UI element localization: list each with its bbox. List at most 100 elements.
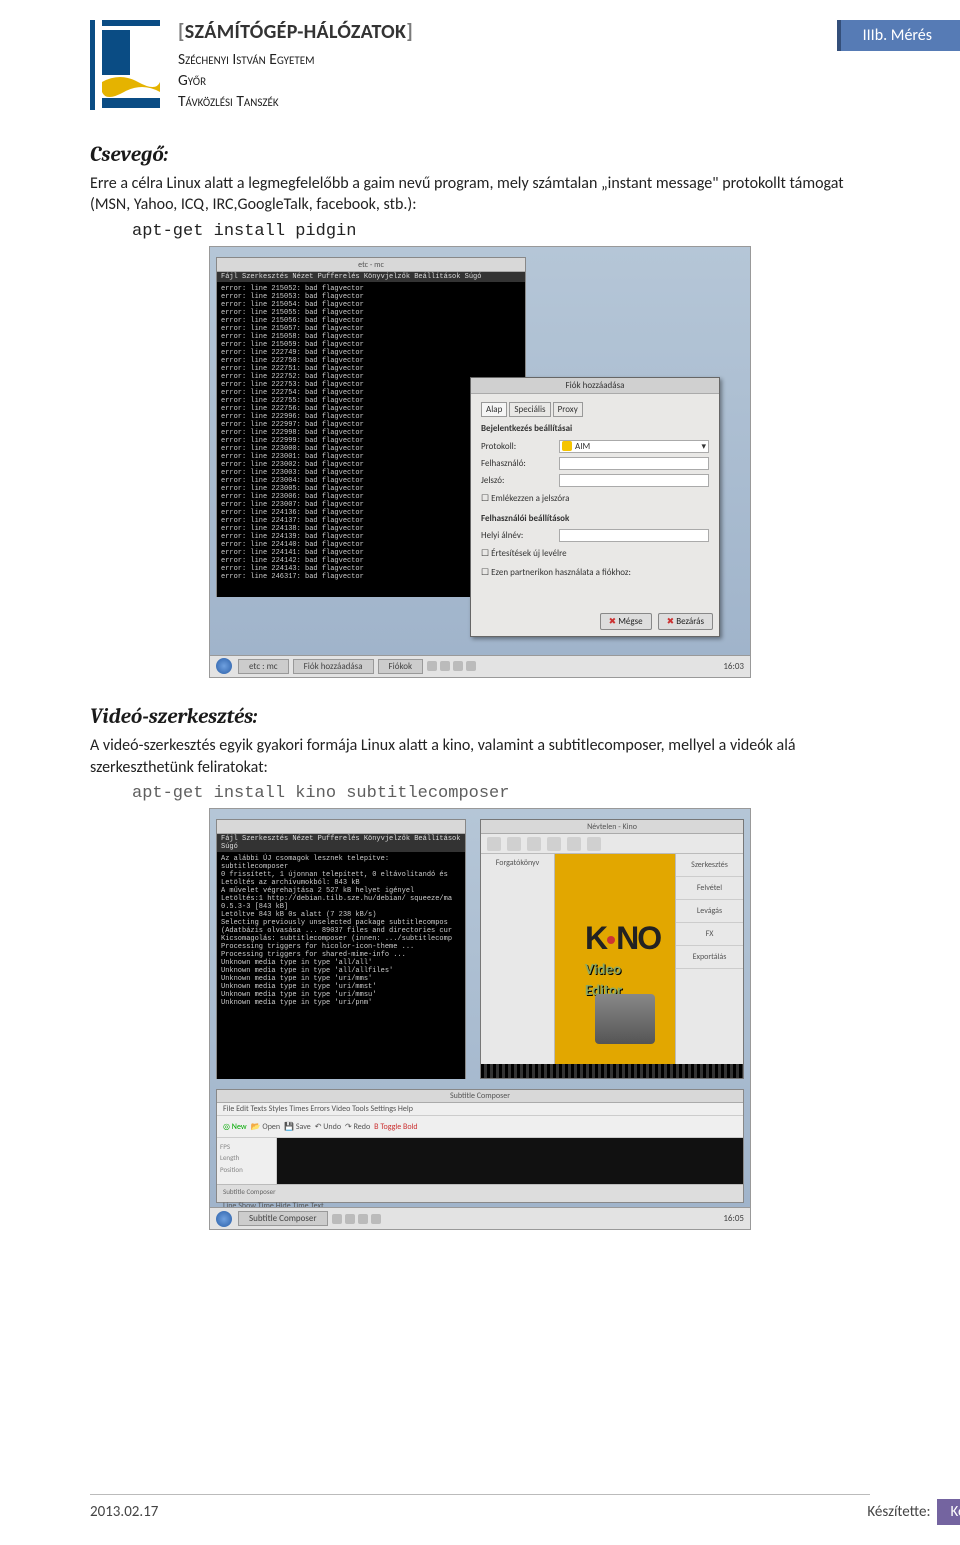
side-export[interactable]: Exportálás <box>676 946 743 969</box>
info-position: Position <box>220 1164 273 1175</box>
header-subtitle: Széchenyi István Egyetem Győr Távközlési… <box>178 50 870 113</box>
sub-toolbar: ◎ New 📂 Open 💾 Save ↶ Undo ↷ Redo B Togg… <box>217 1116 743 1138</box>
subtitle-composer-window: Subtitle Composer File Edit Texts Styles… <box>216 1089 744 1203</box>
pass-label: Jelszó: <box>481 473 559 488</box>
footer-rule <box>90 1494 870 1495</box>
terminal-window-2: Fájl Szerkesztés Nézet Pufferelés Könyvj… <box>216 819 466 1079</box>
kino-sidebar: Szerkesztés Felvétel Levágás FX Exportál… <box>675 854 743 1064</box>
uni-name: Széchenyi István Egyetem <box>178 50 870 71</box>
aim-icon <box>562 441 572 451</box>
alias-input[interactable] <box>559 529 709 542</box>
taskbar-mc[interactable]: etc : mc <box>238 659 289 674</box>
cmd-pidgin: apt-get install pidgin <box>132 222 870 241</box>
protocol-select[interactable]: AIM ▾ <box>559 440 709 453</box>
kde-start-icon[interactable] <box>216 1211 232 1227</box>
protocol-label: Protokoll: <box>481 439 559 454</box>
kde-start-icon[interactable] <box>216 658 232 674</box>
info-length: Length <box>220 1152 273 1163</box>
tb-open[interactable]: 📂 Open <box>251 1122 280 1132</box>
tb-undo[interactable]: ↶ Undo <box>315 1122 341 1132</box>
side-record[interactable]: Felvétel <box>676 877 743 900</box>
tb-new[interactable]: ◎ New <box>223 1122 247 1132</box>
user-label: Felhasználó: <box>481 456 559 471</box>
toolbar-icon[interactable] <box>587 837 601 851</box>
page-header: [SZÁMÍTÓGÉP-HÁLÓZATOK] Széchenyi István … <box>90 20 870 113</box>
kino-logo: KNO <box>585 920 660 957</box>
section-video-body: A videó-szerkesztés egyik gyakori formáj… <box>90 735 870 778</box>
footer-author: Kovács Ákos <box>937 1499 960 1525</box>
toolbar-icon[interactable] <box>547 837 561 851</box>
tb-redo[interactable]: ↷ Redo <box>345 1122 370 1132</box>
side-trim[interactable]: Levágás <box>676 900 743 923</box>
section-csevego-title: Csevegő: <box>90 143 870 167</box>
login-section-label: Bejelentkezés beállításai <box>481 421 709 436</box>
taskbar-add-account[interactable]: Fiók hozzáadása <box>293 659 374 674</box>
toolbar-icon[interactable] <box>507 837 521 851</box>
footer-made-by-label: Készítette: <box>867 1503 930 1521</box>
toolbar-icon[interactable] <box>527 837 541 851</box>
kino-titlebar: Névtelen - Kino <box>481 820 743 834</box>
taskbar: etc : mc Fiók hozzáadása Fiókok 16:03 <box>210 655 750 677</box>
protocol-value: AIM <box>575 439 590 454</box>
alias-label: Helyi álnév: <box>481 528 559 543</box>
cancel-button[interactable]: ✖ Mégse <box>600 613 652 630</box>
university-logo <box>90 20 160 110</box>
measurement-tag: IIIb. Mérés <box>837 20 960 51</box>
section-csevego-body: Erre a célra Linux alatt a legmegfelelőb… <box>90 173 870 216</box>
main-title-text: SZÁMÍTÓGÉP-HÁLÓZATOK <box>185 20 406 44</box>
kino-viewport: KNO Video Editor <box>555 854 675 1064</box>
mail-notify-checkbox[interactable]: ☐ Értesítések új levélre <box>481 546 709 561</box>
kino-storyboard: Forgatókönyv <box>481 854 555 1064</box>
remember-pass-checkbox[interactable]: ☐ Emlékezzen a jelszóra <box>481 491 709 506</box>
system-tray <box>332 1214 381 1224</box>
pass-input[interactable] <box>559 474 709 487</box>
close-icon: ✖ <box>667 616 675 627</box>
task-subcomposer[interactable]: Subtitle Composer <box>238 1211 328 1226</box>
sub-menubar: File Edit Texts Styles Times Errors Vide… <box>217 1103 743 1116</box>
tab-alap[interactable]: Alap <box>481 402 507 417</box>
tab-proxy[interactable]: Proxy <box>553 402 583 417</box>
kino-toolbar <box>481 834 743 854</box>
title-block: [SZÁMÍTÓGÉP-HÁLÓZATOK] Széchenyi István … <box>178 20 870 113</box>
page-footer: 2013.02.17 Készítette: Kovács Ákos <box>90 1499 960 1525</box>
taskbar-clock2: 16:05 <box>723 1213 744 1224</box>
terminal-menu: Fájl Szerkesztés Nézet Pufferelés Könyvj… <box>217 272 525 282</box>
kino-window: Névtelen - Kino Forgatókönyv KNO Video E… <box>480 819 744 1079</box>
sub-statusbar: Subtitle Composer <box>217 1184 743 1202</box>
close-button[interactable]: ✖ Bezárás <box>658 613 713 630</box>
section-video-title: Videó-szerkesztés: <box>90 705 870 729</box>
system-tray <box>427 661 476 671</box>
terminal2-body: Fájl Szerkesztés Nézet Pufferelés Könyvj… <box>217 834 465 1079</box>
add-account-dialog: Fiók hozzáadása Alap Speciális Proxy Bej… <box>470 377 720 637</box>
cmd-kino: apt-get install kino subtitlecomposer <box>132 784 870 803</box>
terminal2-titlebar <box>217 820 465 834</box>
user-section-label: Felhasználói beállítások <box>481 511 709 526</box>
tb-save[interactable]: 💾 Save <box>284 1122 311 1132</box>
dialog-titlebar: Fiók hozzáadása <box>471 378 719 394</box>
tab-specialis[interactable]: Speciális <box>509 402 550 417</box>
buddy-icon-checkbox[interactable]: ☐ Ezen partnerikon használata a fiókhoz: <box>481 565 709 580</box>
tb-bold[interactable]: B Toggle Bold <box>374 1122 417 1132</box>
side-edit[interactable]: Szerkesztés <box>676 854 743 877</box>
bracket-open: [ <box>178 20 185 44</box>
toolbar-icon[interactable] <box>487 837 501 851</box>
dialog-footer: ✖ Mégse ✖ Bezárás <box>600 613 713 630</box>
camera-icon <box>595 994 655 1044</box>
kino-timeline[interactable] <box>481 1064 743 1078</box>
terminal-menu2: Fájl Szerkesztés Nézet Pufferelés Könyvj… <box>217 834 465 852</box>
toolbar-icon[interactable] <box>567 837 581 851</box>
taskbar-accounts[interactable]: Fiókok <box>378 659 424 674</box>
chevron-down-icon: ▾ <box>701 439 706 454</box>
close-icon: ✖ <box>609 616 617 627</box>
side-fx[interactable]: FX <box>676 923 743 946</box>
taskbar-clock: 16:03 <box>723 661 744 672</box>
info-fps: FPS <box>220 1141 273 1152</box>
sub-titlebar: Subtitle Composer <box>217 1090 743 1103</box>
dialog-tabs: Alap Speciális Proxy <box>481 402 709 417</box>
footer-date: 2013.02.17 <box>90 1503 158 1521</box>
bracket-close: ] <box>406 20 413 44</box>
user-input[interactable] <box>559 457 709 470</box>
terminal-titlebar: etc - mc <box>217 258 525 272</box>
taskbar2: Subtitle Composer 16:05 <box>210 1207 750 1229</box>
screenshot-pidgin: etc - mc Fájl Szerkesztés Nézet Pufferel… <box>210 247 750 677</box>
